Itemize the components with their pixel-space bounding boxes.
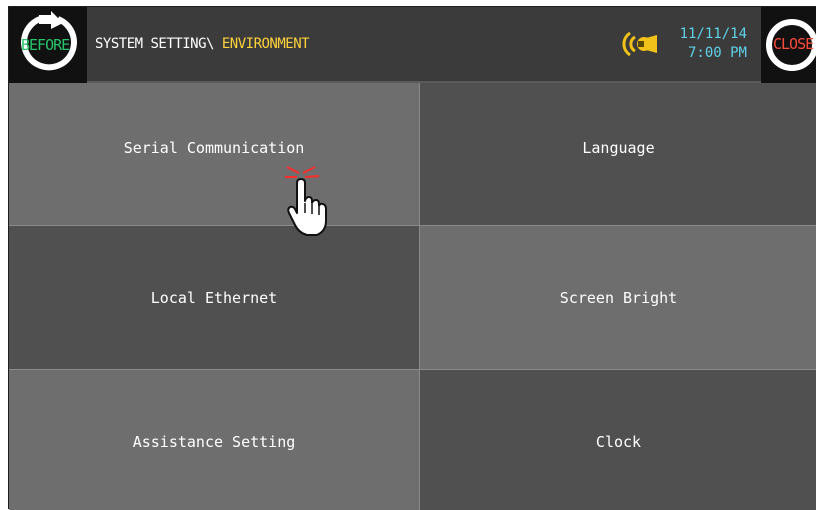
clock-button[interactable]: Clock	[420, 370, 816, 510]
top-bar: BEFORE SYSTEM SETTING\ ENVIRONMENT 11/11…	[9, 7, 816, 83]
tile-label: Assistance Setting	[132, 433, 296, 451]
date-text: 11/11/14	[679, 26, 747, 42]
close-label: CLOSE	[773, 35, 814, 53]
before-label: BEFORE	[21, 36, 70, 54]
datetime-display: 11/11/14 7:00 PM	[667, 25, 747, 63]
screen-bright-button[interactable]: Screen Bright	[420, 226, 816, 370]
hmi-screen: BEFORE SYSTEM SETTING\ ENVIRONMENT 11/11…	[8, 6, 816, 510]
breadcrumb-prefix: SYSTEM SETTING\	[95, 36, 222, 52]
breadcrumb-current: ENVIRONMENT	[221, 36, 310, 52]
tile-label: Serial Communication	[123, 139, 305, 157]
tile-label: Local Ethernet	[150, 288, 278, 307]
breadcrumb: SYSTEM SETTING\ ENVIRONMENT	[95, 36, 310, 52]
tile-label: Language	[582, 139, 655, 157]
language-button[interactable]: Language	[420, 83, 816, 226]
tile-label: Screen Bright	[559, 288, 678, 307]
assistance-setting-button[interactable]: Assistance Setting	[9, 370, 420, 510]
time-text: 7:00 PM	[687, 45, 747, 61]
close-button[interactable]: CLOSE	[761, 7, 816, 83]
settings-grid: Serial Communication Language Local Ethe…	[9, 83, 816, 510]
serial-communication-button[interactable]: Serial Communication	[9, 83, 420, 226]
tile-label: Clock	[595, 433, 642, 451]
before-button[interactable]: BEFORE	[9, 7, 87, 83]
local-ethernet-button[interactable]: Local Ethernet	[9, 226, 420, 370]
speaker-icon[interactable]	[621, 27, 661, 61]
